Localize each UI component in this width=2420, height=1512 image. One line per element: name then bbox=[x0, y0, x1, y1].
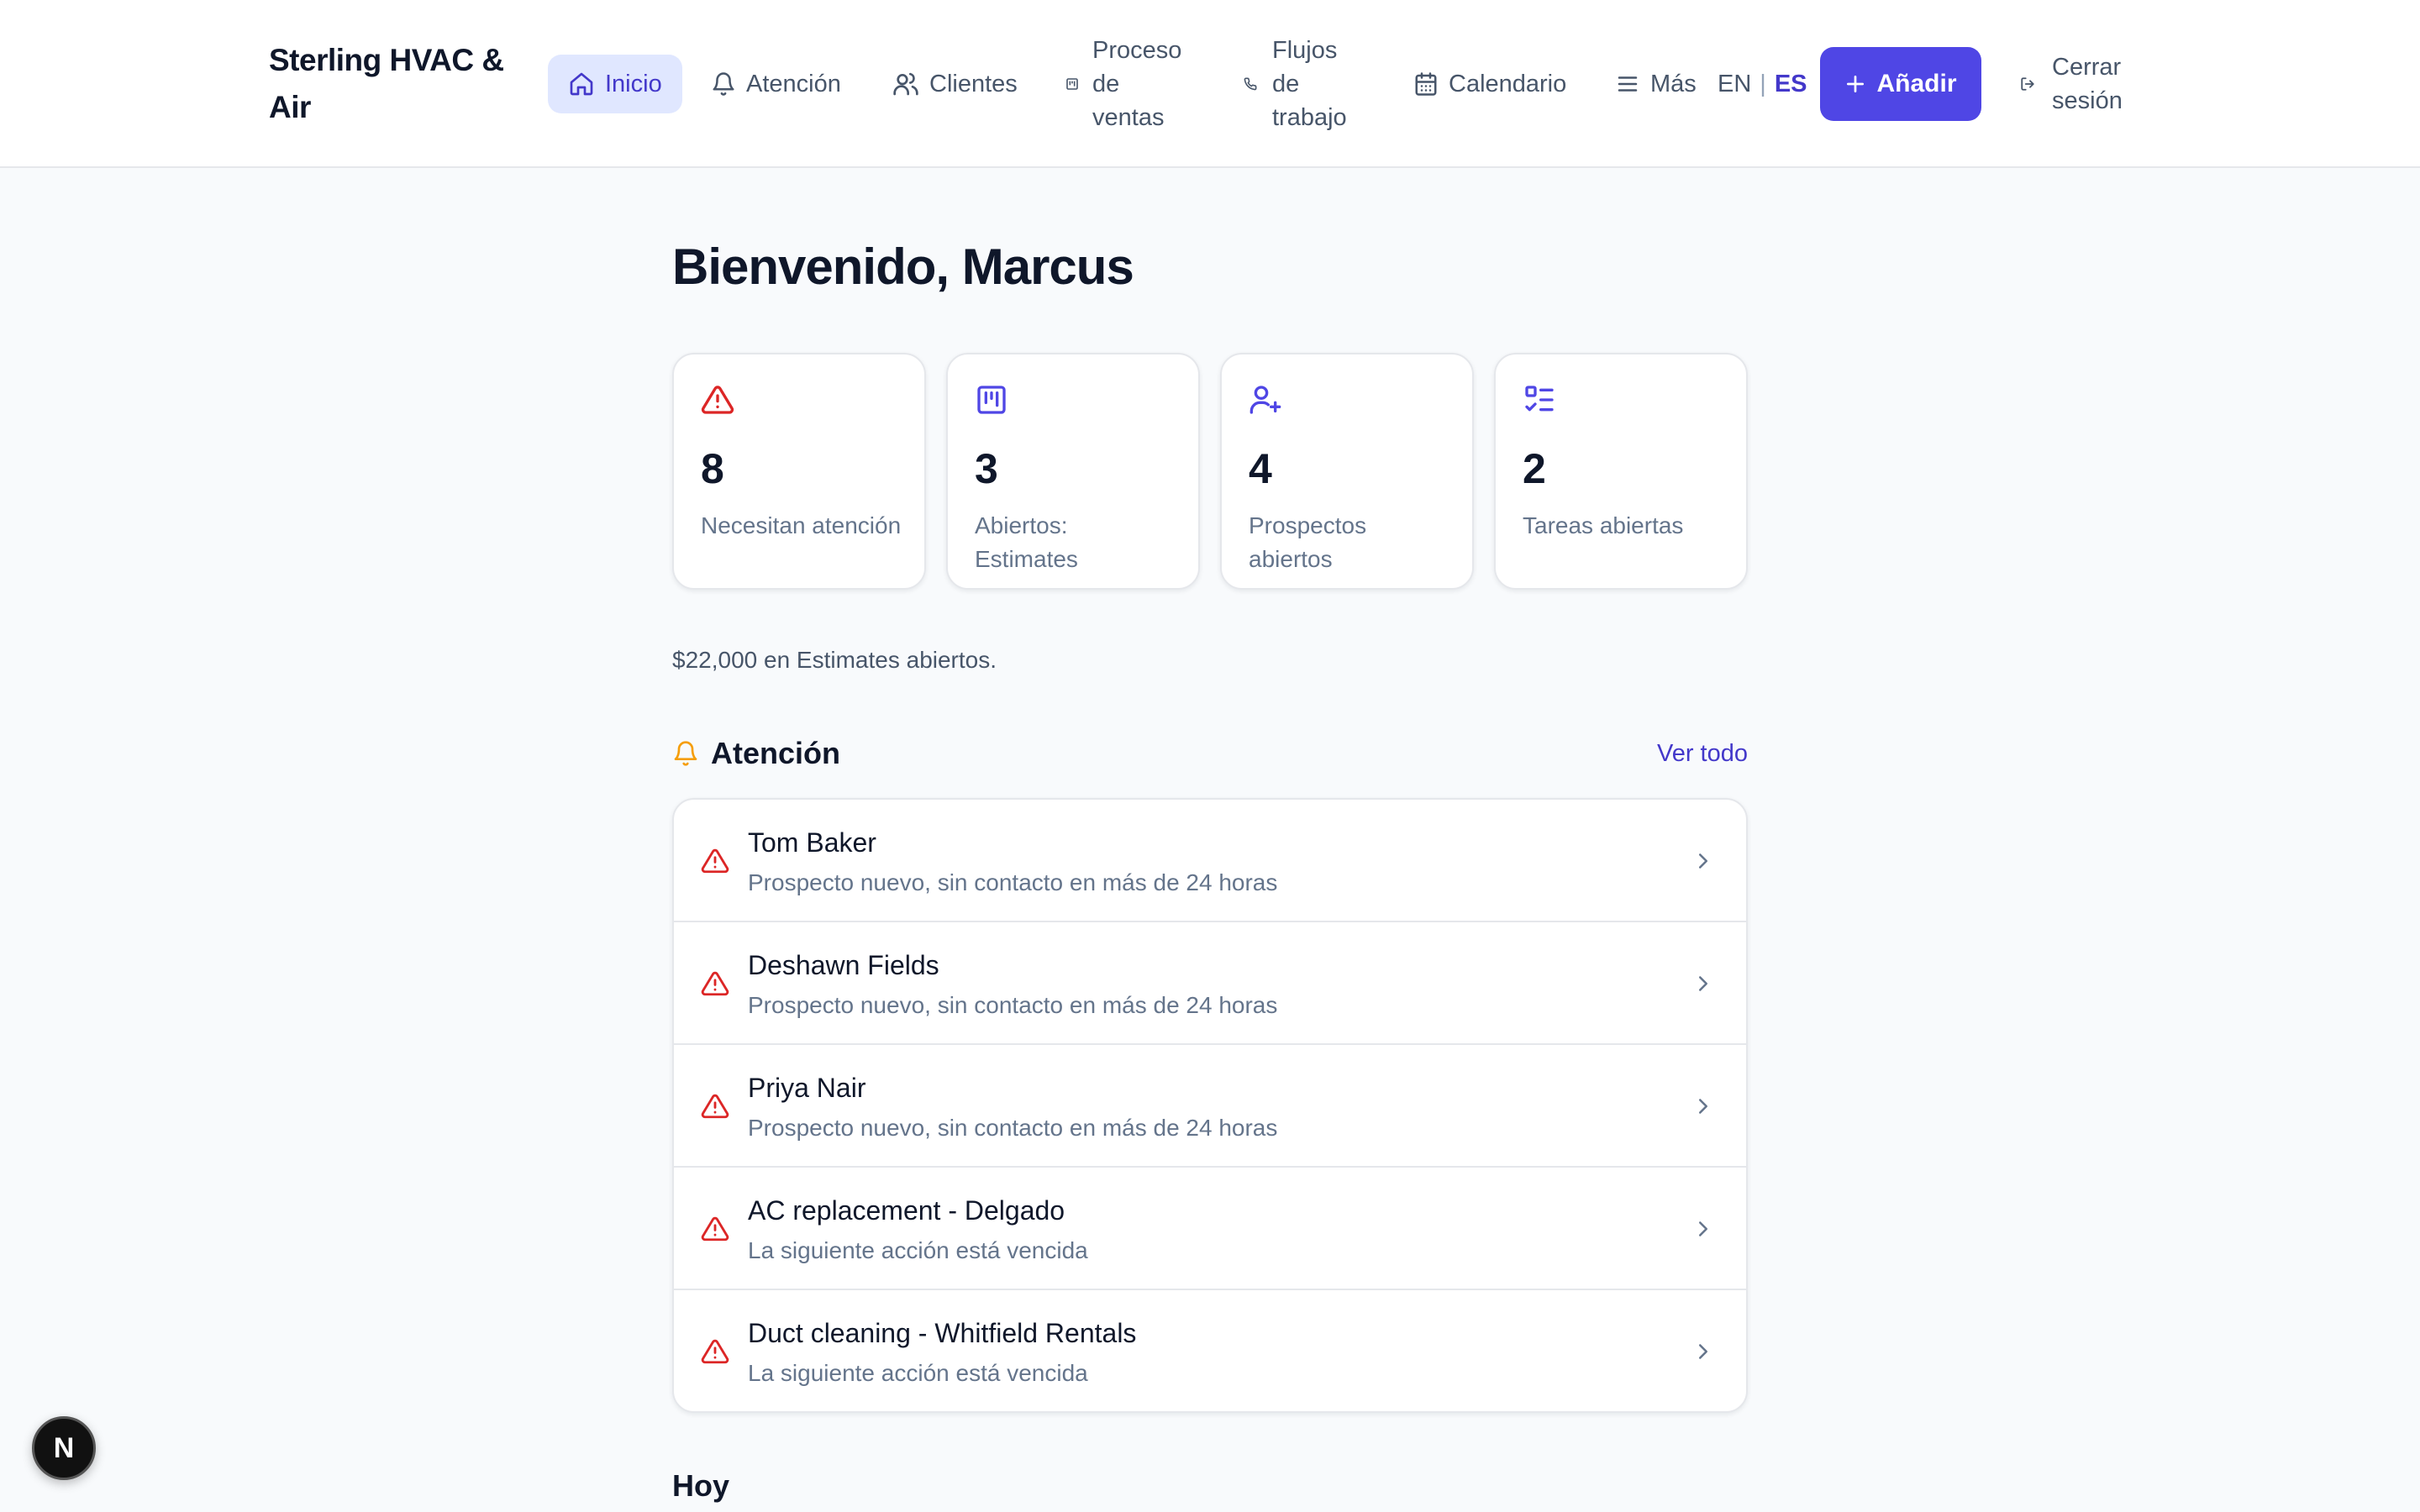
chevron-right-icon bbox=[1699, 976, 1707, 991]
stat-value: 3 bbox=[975, 445, 998, 492]
list-item-title: Tom Baker bbox=[748, 827, 876, 858]
task-list-icon bbox=[1525, 386, 1554, 412]
chevron-right-icon bbox=[1699, 1221, 1707, 1236]
lang-en-option[interactable]: EN bbox=[1718, 67, 1751, 101]
list-item[interactable]: Priya Nair Prospecto nuevo, sin contacto… bbox=[674, 1045, 1746, 1168]
add-button-label: Añadir bbox=[1876, 70, 1957, 97]
kanban-small-icon bbox=[1066, 78, 1078, 90]
attention-list: Tom Baker Prospecto nuevo, sin contacto … bbox=[672, 798, 1748, 1413]
stat-label: Abiertos: Estimates bbox=[975, 512, 1078, 572]
open-estimates-summary: $22,000 en Estimates abiertos. bbox=[672, 647, 997, 673]
list-item[interactable]: AC replacement - Delgado La siguiente ac… bbox=[674, 1168, 1746, 1290]
stat-value: 8 bbox=[701, 445, 724, 492]
list-item-detail: Prospecto nuevo, sin contacto en más de … bbox=[748, 869, 1278, 895]
list-item-title: Priya Nair bbox=[748, 1073, 866, 1103]
nav-label-workflows: Flujos de trabajo bbox=[1272, 37, 1347, 131]
attention-section-header: Atención Ver todo bbox=[672, 732, 1748, 774]
chevron-right-icon bbox=[1699, 1099, 1707, 1114]
home-icon bbox=[570, 72, 593, 96]
alert-triangle-icon bbox=[701, 386, 734, 414]
lang-es-option[interactable]: ES bbox=[1775, 67, 1807, 101]
see-all-link[interactable]: Ver todo bbox=[1657, 740, 1748, 768]
stat-label: Tareas abiertas bbox=[1523, 512, 1684, 538]
stat-card-open-estimates[interactable]: 3 Abiertos: Estimates bbox=[946, 353, 1200, 590]
stat-card-open-tasks[interactable]: 2 Tareas abiertas bbox=[1494, 353, 1748, 590]
add-button[interactable]: Añadir bbox=[1820, 47, 1981, 121]
nav-item-more[interactable]: Más bbox=[1615, 67, 1697, 101]
today-section-title: Hoy bbox=[672, 1468, 730, 1503]
logout-button[interactable]: Cerrar sesión bbox=[2020, 50, 2136, 118]
stat-value: 2 bbox=[1523, 445, 1546, 492]
plus-icon bbox=[1847, 75, 1865, 93]
list-item-detail: Prospecto nuevo, sin contacto en más de … bbox=[748, 992, 1278, 1018]
phone-small-icon bbox=[1244, 77, 1257, 91]
stat-card-open-prospects[interactable]: 4 Prospectos abiertos bbox=[1220, 353, 1474, 590]
user-plus-icon bbox=[1249, 386, 1281, 414]
alert-triangle-icon bbox=[701, 1094, 729, 1119]
calendar-icon bbox=[1415, 72, 1437, 96]
logout-label: Cerrar sesión bbox=[2052, 54, 2123, 114]
list-item-detail: Prospecto nuevo, sin contacto en más de … bbox=[748, 1115, 1278, 1141]
stat-card-attention[interactable]: 8 Necesitan atención bbox=[672, 353, 926, 590]
nav-item-clients[interactable]: Clientes bbox=[892, 67, 1018, 101]
stat-label: Prospectos abiertos bbox=[1249, 512, 1367, 572]
alert-triangle-icon bbox=[701, 1339, 729, 1364]
bell-warning-icon bbox=[674, 741, 697, 766]
menu-icon bbox=[1618, 76, 1638, 92]
bell-icon bbox=[713, 72, 734, 96]
list-item-title: Deshawn Fields bbox=[748, 950, 939, 980]
language-switcher: EN | ES bbox=[1718, 67, 1807, 101]
stat-label: Necesitan atención bbox=[701, 512, 902, 538]
list-item-title: Duct cleaning - Whitfield Rentals bbox=[748, 1318, 1137, 1348]
list-item[interactable]: Deshawn Fields Prospecto nuevo, sin cont… bbox=[674, 922, 1746, 1045]
lang-separator: | bbox=[1760, 71, 1766, 97]
alert-triangle-icon bbox=[701, 1216, 729, 1242]
alert-triangle-icon bbox=[701, 848, 729, 874]
users-icon bbox=[893, 72, 918, 96]
list-item[interactable]: Duct cleaning - Whitfield Rentals La sig… bbox=[674, 1290, 1746, 1411]
nav-label-home: Inicio bbox=[605, 71, 662, 97]
chevron-right-icon bbox=[1699, 853, 1707, 869]
nav-label-more: Más bbox=[1650, 71, 1697, 97]
list-item-title: AC replacement - Delgado bbox=[748, 1195, 1065, 1226]
stat-value: 4 bbox=[1249, 445, 1272, 492]
list-item-detail: La siguiente acción está vencida bbox=[748, 1360, 1088, 1386]
nav-item-sales-process[interactable]: Proceso de ventas bbox=[1065, 34, 1193, 134]
nav-item-attention[interactable]: Atención bbox=[711, 67, 841, 101]
attention-section-title: Atención bbox=[711, 736, 841, 770]
page-title: Bienvenido, Marcus bbox=[672, 239, 1134, 295]
nav-item-workflows[interactable]: Flujos de trabajo bbox=[1244, 34, 1356, 134]
list-item[interactable]: Tom Baker Prospecto nuevo, sin contacto … bbox=[674, 800, 1746, 922]
dev-tools-badge[interactable]: N bbox=[32, 1416, 96, 1480]
top-navigation-bar: Sterling HVAC & Air Inicio Atención Clie… bbox=[0, 0, 2420, 168]
kanban-icon bbox=[977, 386, 1006, 414]
nav-label-sales-process: Proceso de ventas bbox=[1092, 37, 1182, 131]
nav-label-attention: Atención bbox=[746, 71, 841, 97]
list-item-detail: La siguiente acción está vencida bbox=[748, 1237, 1088, 1263]
alert-triangle-icon bbox=[701, 971, 729, 996]
nav-item-home[interactable]: Inicio bbox=[548, 55, 682, 113]
brand-name[interactable]: Sterling HVAC & Air bbox=[269, 37, 513, 131]
nav-label-calendar: Calendario bbox=[1449, 71, 1567, 97]
logout-icon bbox=[2021, 77, 2034, 91]
nav-item-calendar[interactable]: Calendario bbox=[1413, 67, 1566, 101]
dev-tools-badge-letter: N bbox=[53, 1431, 75, 1464]
nav-label-clients: Clientes bbox=[929, 71, 1018, 97]
chevron-right-icon bbox=[1699, 1344, 1707, 1359]
